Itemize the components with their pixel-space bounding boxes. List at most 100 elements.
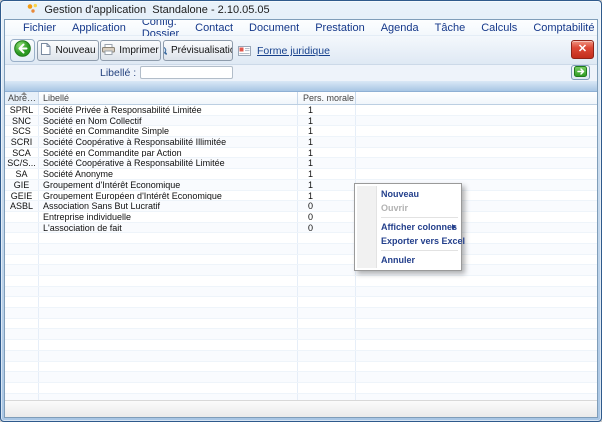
go-arrow-icon — [574, 64, 587, 82]
cell-abreviation — [5, 212, 39, 222]
cell-libelle: Société Coopérative à Responsabilité Ill… — [39, 137, 298, 147]
cell-filler — [356, 169, 597, 179]
menu-item-comptabilite[interactable]: Comptabilité — [525, 22, 598, 34]
cell-filler — [356, 329, 597, 339]
table-row[interactable]: SASociété Anonyme1 — [5, 169, 597, 180]
nouveau-button[interactable]: Nouveau — [37, 40, 99, 61]
table-row[interactable]: GEIEGroupement Européen d'Intérêt Econom… — [5, 191, 597, 202]
cell-filler — [356, 137, 597, 147]
title-bar[interactable]: Gestion d'application Standalone - 2.10.… — [0, 0, 602, 19]
cell-libelle — [39, 383, 298, 393]
menu-item-fichier[interactable]: Fichier — [15, 22, 64, 34]
cell-libelle — [39, 244, 298, 254]
cell-libelle: Entreprise individuelle — [39, 212, 298, 222]
table-empty-row — [5, 287, 597, 298]
menu-item-agenda[interactable]: Agenda — [373, 22, 427, 34]
context-menu-item-label: Afficher colonnes — [381, 222, 457, 232]
cell-libelle — [39, 297, 298, 307]
cell-filler — [356, 287, 597, 297]
cell-pers-morale — [298, 308, 356, 318]
cell-pers-morale — [298, 383, 356, 393]
cell-libelle — [39, 265, 298, 275]
context-menu-item-exporter-vers-excel[interactable]: Exporter vers Excel — [355, 234, 461, 248]
cell-abreviation — [5, 319, 39, 329]
libelle-filter-input[interactable] — [140, 66, 233, 79]
close-button[interactable]: ✕ — [571, 40, 594, 59]
table-empty-row — [5, 340, 597, 351]
table-row[interactable]: SCSSociété en Commandite Simple1 — [5, 126, 597, 137]
table-empty-row — [5, 372, 597, 383]
menu-item-tache[interactable]: Tâche — [427, 22, 474, 34]
previsualisation-button-label: Prévisualisation — [171, 45, 233, 56]
previsualisation-button[interactable]: Prévisualisation — [163, 40, 233, 61]
menu-item-contact[interactable]: Contact — [187, 22, 241, 34]
cell-abreviation: GIE — [5, 180, 39, 190]
back-button[interactable] — [10, 39, 35, 62]
cell-filler — [356, 362, 597, 372]
cell-abreviation — [5, 351, 39, 361]
menu-item-calculs[interactable]: Calculs — [473, 22, 525, 34]
cell-filler — [356, 126, 597, 136]
context-menu-item-annuler[interactable]: Annuler — [355, 253, 461, 267]
cell-pers-morale — [298, 265, 356, 275]
cell-abreviation: SCS — [5, 126, 39, 136]
table-empty-row — [5, 276, 597, 287]
cell-abreviation: ASBL — [5, 201, 39, 211]
table-row[interactable]: L'association de fait0 — [5, 223, 597, 234]
menu-item-document[interactable]: Document — [241, 22, 307, 34]
cell-pers-morale: 1 — [298, 180, 356, 190]
forme-juridique-link[interactable]: Forme juridique — [257, 45, 330, 57]
group-band — [5, 81, 597, 92]
cell-libelle — [39, 351, 298, 361]
cell-abreviation: SPRL — [5, 105, 39, 115]
context-menu-item-afficher-colonnes[interactable]: Afficher colonnes — [355, 220, 461, 234]
new-document-icon — [40, 43, 51, 58]
cell-libelle: Société Privée à Responsabilité Limitée — [39, 105, 298, 115]
table-row[interactable]: ASBLAssociation Sans But Lucratif0 — [5, 201, 597, 212]
menu-item-prestation[interactable]: Prestation — [307, 22, 373, 34]
client-area: FichierApplicationConfig. DossierContact… — [4, 19, 598, 418]
table-row[interactable]: SC/S...Société Coopérative à Responsabil… — [5, 158, 597, 169]
table-empty-row — [5, 255, 597, 266]
table-empty-row — [5, 244, 597, 255]
table-row[interactable]: GIEGroupement d'Intérêt Economique1 — [5, 180, 597, 191]
cell-pers-morale: 0 — [298, 201, 356, 211]
table-empty-row — [5, 319, 597, 330]
column-header-pers-morale[interactable]: Pers. morale ? — [298, 92, 356, 104]
close-x-icon: ✕ — [578, 43, 587, 55]
cell-filler — [356, 158, 597, 168]
table-row[interactable]: Entreprise individuelle0 — [5, 212, 597, 223]
cell-abreviation — [5, 329, 39, 339]
cell-pers-morale — [298, 351, 356, 361]
cell-pers-morale — [298, 233, 356, 243]
cell-abreviation — [5, 233, 39, 243]
table-row[interactable]: SPRLSociété Privée à Responsabilité Limi… — [5, 105, 597, 116]
column-header-abreviation[interactable]: Abréviat... — [5, 92, 39, 104]
cell-abreviation — [5, 223, 39, 233]
cell-libelle: L'association de fait — [39, 223, 298, 233]
cell-libelle: Société en Nom Collectif — [39, 116, 298, 126]
cell-filler — [356, 148, 597, 158]
table-row[interactable]: SNCSociété en Nom Collectif1 — [5, 116, 597, 127]
menu-item-application[interactable]: Application — [64, 22, 134, 34]
table-row[interactable]: SCRISociété Coopérative à Responsabilité… — [5, 137, 597, 148]
context-menu-item-label: Annuler — [381, 255, 415, 265]
context-menu-item-nouveau[interactable]: Nouveau — [355, 187, 461, 201]
imprimer-button-label: Imprimer — [119, 45, 158, 56]
apply-filter-button[interactable] — [571, 65, 590, 80]
table-row[interactable]: SCASociété en Commandite par Action1 — [5, 148, 597, 159]
cell-pers-morale — [298, 297, 356, 307]
column-header-filler — [356, 92, 597, 104]
column-header-libelle[interactable]: Libellé — [39, 92, 298, 104]
cell-libelle — [39, 362, 298, 372]
cell-pers-morale — [298, 329, 356, 339]
table-empty-row — [5, 233, 597, 244]
context-menu-item-label: Exporter vers Excel — [381, 236, 465, 246]
imprimer-button[interactable]: Imprimer — [100, 40, 161, 61]
cell-abreviation — [5, 308, 39, 318]
cell-filler — [356, 372, 597, 382]
libelle-filter-label: Libellé : — [100, 67, 136, 79]
cell-pers-morale — [298, 255, 356, 265]
cell-pers-morale — [298, 372, 356, 382]
cell-libelle — [39, 255, 298, 265]
